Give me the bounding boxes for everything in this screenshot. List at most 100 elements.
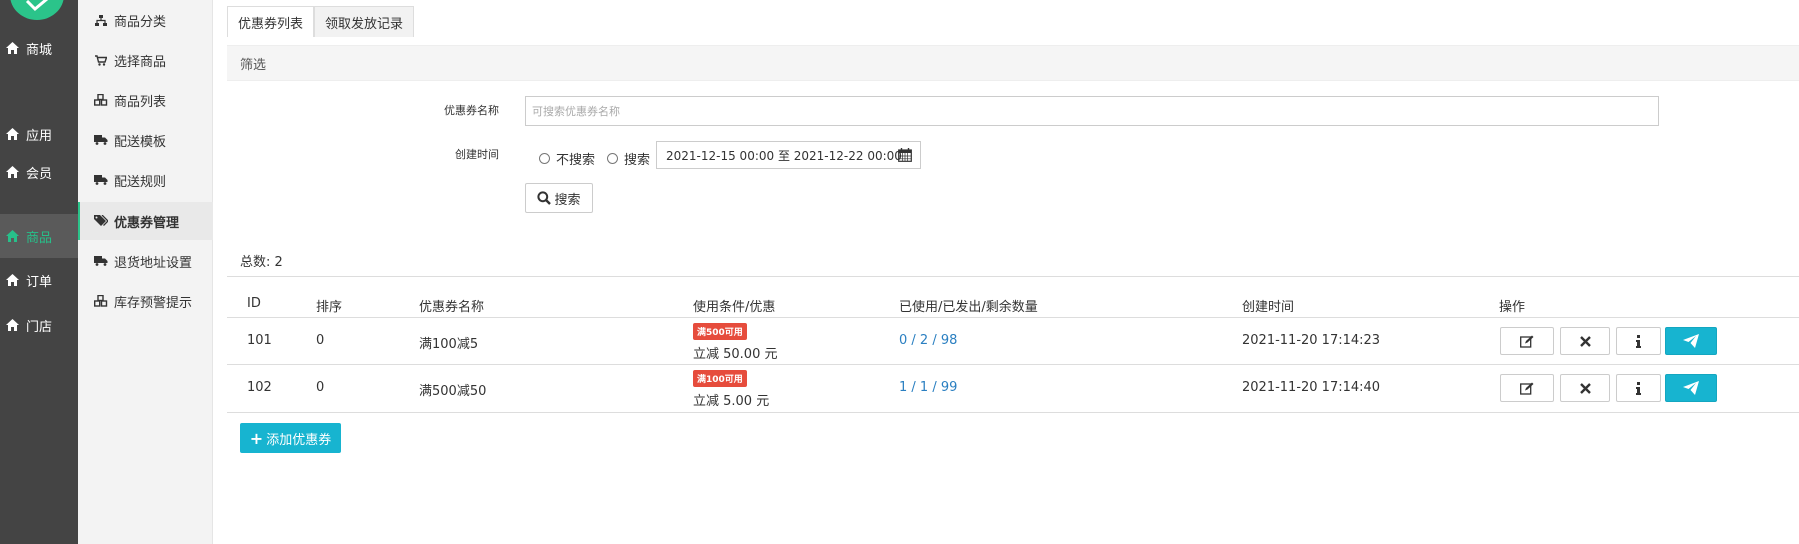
radio-circle bbox=[539, 153, 550, 164]
edit-icon bbox=[1520, 382, 1534, 395]
send-button[interactable] bbox=[1665, 327, 1717, 355]
cell-counts[interactable]: 1 / 1 / 99 bbox=[899, 380, 957, 395]
filter-title: 筛选 bbox=[240, 57, 267, 73]
info-button[interactable] bbox=[1616, 327, 1661, 355]
info-button[interactable] bbox=[1616, 374, 1661, 402]
paper-plane-icon bbox=[1683, 381, 1699, 395]
radio-no-search[interactable]: 不搜索 bbox=[539, 149, 595, 168]
truck-icon bbox=[94, 175, 108, 185]
cubes-icon bbox=[94, 94, 108, 106]
edit-button[interactable] bbox=[1500, 327, 1554, 355]
secondary-sidebar: 商品分类 选择商品 商品列表 配送模板 配送规则 优惠券管理 退货地址设置 库存… bbox=[78, 0, 213, 544]
primary-sidebar: 商城 应用 会员 商品 订单 门店 bbox=[0, 0, 78, 544]
cell-sort: 0 bbox=[316, 380, 325, 395]
nav-item-stores[interactable]: 门店 bbox=[0, 303, 78, 347]
nav2-item-label: 配送规则 bbox=[114, 174, 167, 190]
nav-item-goods[interactable]: 商品 bbox=[0, 214, 78, 258]
search-button[interactable]: 搜索 bbox=[525, 183, 593, 213]
cell-discount: 立减 5.00 元 bbox=[693, 394, 770, 409]
filter-header: 筛选 bbox=[227, 45, 1799, 81]
cell-condition: 满100可用 bbox=[693, 370, 747, 387]
check-icon bbox=[25, 0, 48, 12]
nav2-item-label: 商品分类 bbox=[114, 14, 167, 30]
edit-icon bbox=[1520, 335, 1534, 348]
coupon-name-label: 优惠券名称 bbox=[444, 104, 499, 117]
nav2-item-coupon-management[interactable]: 优惠券管理 bbox=[78, 202, 213, 240]
home-icon bbox=[5, 319, 19, 331]
add-coupon-button[interactable]: + 添加优惠券 bbox=[240, 423, 341, 453]
nav2-item-delivery-template[interactable]: 配送模板 bbox=[78, 121, 213, 159]
column-header-sort: 排序 bbox=[316, 300, 343, 315]
cubes-icon bbox=[94, 295, 108, 307]
cell-sort: 0 bbox=[316, 333, 325, 348]
main-content: 优惠券列表 领取发放记录 筛选 优惠券名称 创建时间 不搜索 搜索 2021-1… bbox=[227, 0, 1799, 544]
nav2-item-label: 库存预警提示 bbox=[114, 295, 193, 311]
home-icon bbox=[5, 42, 19, 54]
column-header-id: ID bbox=[247, 296, 261, 311]
nav2-item-label: 优惠券管理 bbox=[114, 215, 180, 231]
home-icon bbox=[5, 128, 19, 140]
column-header-condition: 使用条件/优惠 bbox=[693, 300, 776, 315]
nav2-item-category[interactable]: 商品分类 bbox=[78, 1, 213, 39]
search-icon bbox=[537, 191, 552, 205]
cell-counts[interactable]: 0 / 2 / 98 bbox=[899, 333, 957, 348]
total-count: 总数: 2 bbox=[240, 255, 283, 270]
delete-button[interactable] bbox=[1560, 327, 1610, 355]
created-time-label: 创建时间 bbox=[455, 148, 499, 161]
nav2-item-stock-alert[interactable]: 库存预警提示 bbox=[78, 282, 213, 320]
tags-icon bbox=[94, 215, 108, 227]
radio-label: 不搜索 bbox=[556, 153, 596, 168]
nav-item-label: 应用 bbox=[26, 128, 53, 144]
nav2-item-select-goods[interactable]: 选择商品 bbox=[78, 41, 213, 79]
cell-created: 2021-11-20 17:14:40 bbox=[1242, 380, 1381, 395]
radio-circle bbox=[607, 153, 618, 164]
send-button[interactable] bbox=[1665, 374, 1717, 402]
nav-item-label: 订单 bbox=[26, 274, 53, 290]
nav-item-orders[interactable]: 订单 bbox=[0, 258, 78, 302]
info-icon bbox=[1636, 381, 1641, 395]
logo[interactable] bbox=[10, 0, 64, 20]
calendar-icon[interactable] bbox=[898, 148, 912, 165]
home-icon bbox=[5, 274, 19, 286]
close-icon bbox=[1579, 335, 1591, 347]
close-icon bbox=[1579, 382, 1591, 394]
nav-item-mall[interactable]: 商城 bbox=[0, 26, 78, 70]
truck-icon bbox=[94, 135, 108, 145]
plus-icon: + bbox=[249, 428, 264, 448]
radio-label: 搜索 bbox=[624, 153, 651, 168]
edit-button[interactable] bbox=[1500, 374, 1554, 402]
tab-coupon-list[interactable]: 优惠券列表 bbox=[227, 6, 315, 37]
cell-name: 满500减50 bbox=[419, 384, 487, 399]
nav2-item-label: 商品列表 bbox=[114, 94, 167, 110]
info-icon bbox=[1636, 334, 1641, 348]
cell-name: 满100减5 bbox=[419, 337, 479, 352]
search-button-label: 搜索 bbox=[554, 192, 581, 208]
column-header-actions: 操作 bbox=[1499, 300, 1526, 315]
home-icon bbox=[5, 166, 19, 178]
date-range-value: 2021-12-15 00:00 至 2021-12-22 00:00 bbox=[666, 148, 902, 163]
tab-bar: 优惠券列表 领取发放记录 bbox=[227, 6, 415, 37]
sitemap-icon bbox=[94, 14, 108, 26]
nav-item-label: 商城 bbox=[26, 42, 53, 58]
cell-created: 2021-11-20 17:14:23 bbox=[1242, 333, 1381, 348]
nav2-item-delivery-rules[interactable]: 配送规则 bbox=[78, 161, 213, 199]
cell-id: 102 bbox=[247, 380, 272, 395]
table-divider bbox=[227, 364, 1799, 365]
nav-item-label: 门店 bbox=[26, 319, 53, 335]
nav2-item-goods-list[interactable]: 商品列表 bbox=[78, 81, 213, 119]
nav-item-members[interactable]: 会员 bbox=[0, 150, 78, 194]
delete-button[interactable] bbox=[1560, 374, 1610, 402]
nav2-item-label: 选择商品 bbox=[114, 54, 167, 70]
nav-item-label: 商品 bbox=[26, 230, 53, 246]
cart-icon bbox=[94, 54, 108, 66]
divider bbox=[227, 276, 1799, 277]
nav2-item-label: 退货地址设置 bbox=[114, 255, 193, 271]
nav2-item-return-address[interactable]: 退货地址设置 bbox=[78, 242, 213, 280]
nav2-item-label: 配送模板 bbox=[114, 134, 167, 150]
coupon-name-input[interactable] bbox=[525, 96, 1659, 126]
condition-badge: 满500可用 bbox=[693, 323, 747, 340]
radio-search[interactable]: 搜索 bbox=[607, 149, 650, 168]
tab-claim-records[interactable]: 领取发放记录 bbox=[314, 6, 415, 37]
date-range-input[interactable]: 2021-12-15 00:00 至 2021-12-22 00:00 bbox=[656, 141, 921, 169]
nav-item-label: 会员 bbox=[26, 166, 53, 182]
